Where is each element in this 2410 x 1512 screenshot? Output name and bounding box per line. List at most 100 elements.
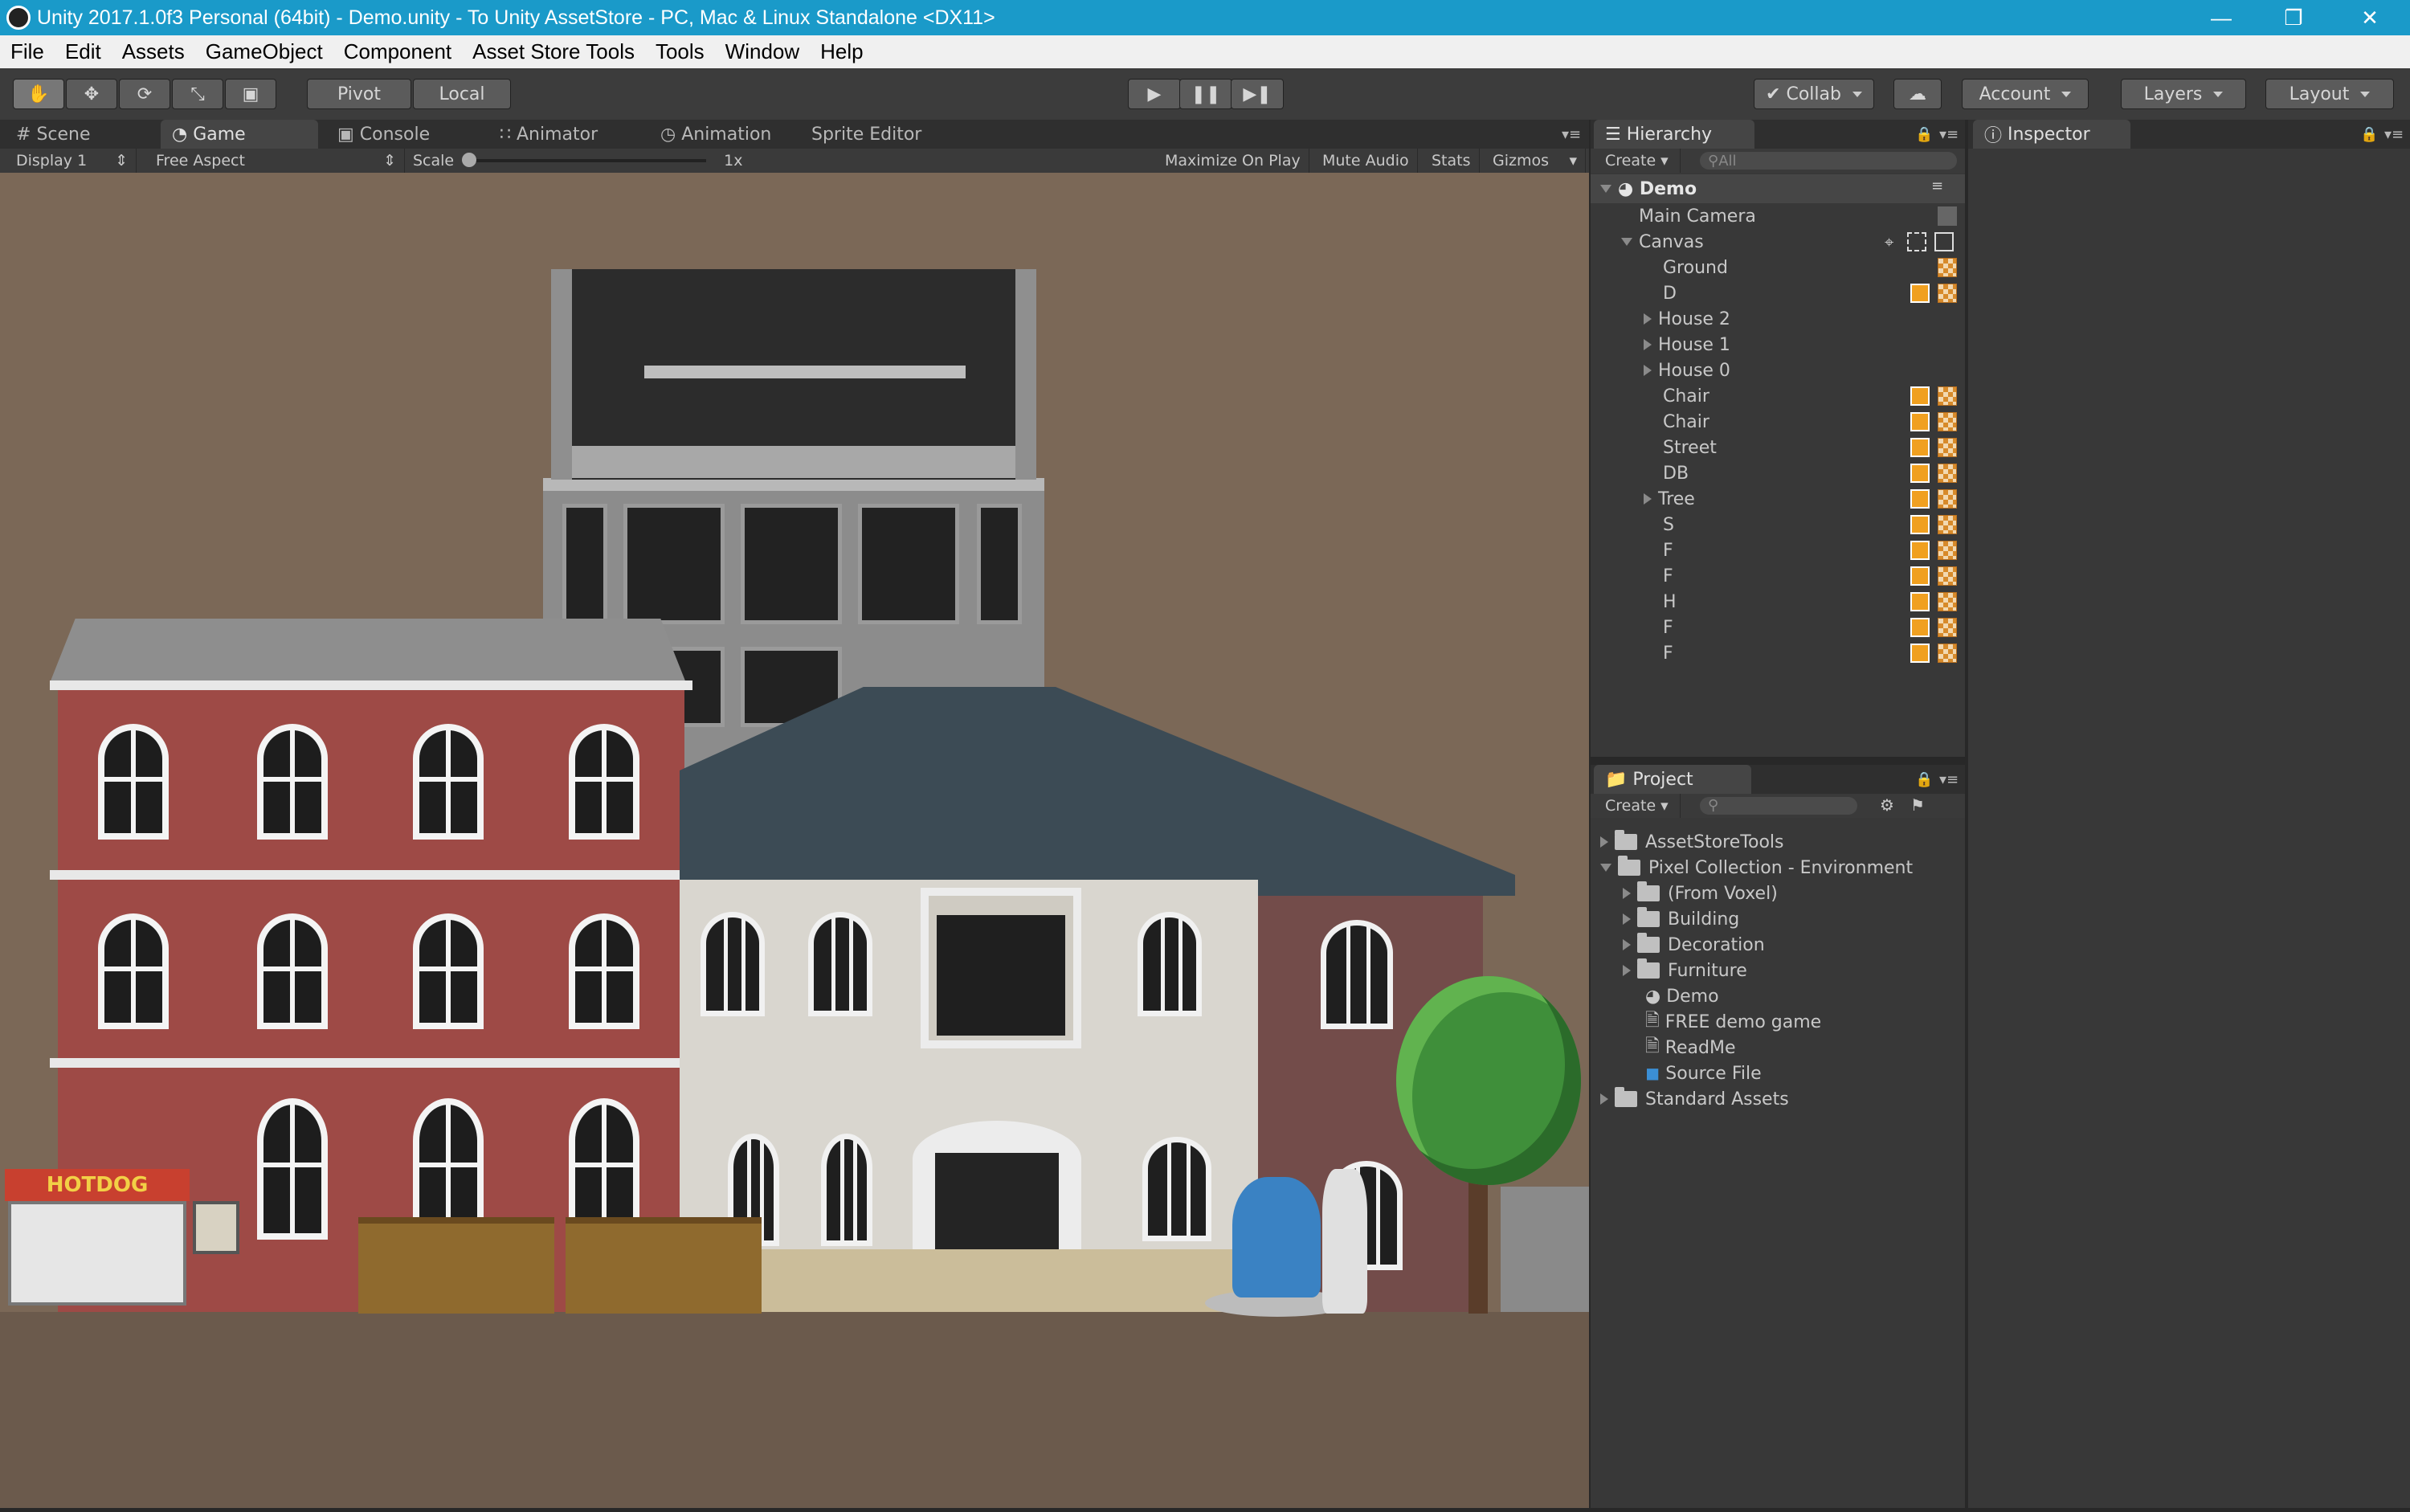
rotate-tool-icon[interactable]: ⟳ [119, 79, 170, 109]
local-toggle[interactable]: Local [413, 79, 511, 109]
updown-icon: ⇕ [115, 152, 128, 170]
scale-slider-thumb[interactable] [462, 153, 477, 167]
move-tool-icon[interactable]: ✥ [66, 79, 117, 109]
project-item[interactable]: AssetStoreTools [1600, 829, 1970, 855]
menu-tools[interactable]: Tools [645, 39, 715, 64]
game-view[interactable]: HOTDOG [0, 173, 1589, 1508]
close-button[interactable]: ✕ [2334, 0, 2406, 35]
filter-label-icon[interactable]: ⚑ [1910, 795, 1925, 815]
restore-button[interactable]: ❐ [2257, 0, 2330, 35]
bench-left [358, 1217, 554, 1314]
scale-tool-icon[interactable]: ⤡ [172, 79, 223, 109]
project-item[interactable]: ◕ Demo [1645, 983, 2015, 1009]
folder-icon [1637, 881, 1660, 901]
hierarchy-item[interactable]: Tree [1644, 486, 2013, 512]
scene-header[interactable]: ◕ Demo ≡ [1591, 174, 1965, 203]
project-create-button[interactable]: Create ▾ [1597, 794, 1681, 818]
project-item[interactable]: (From Voxel) [1623, 881, 1992, 906]
expand-icon[interactable] [1644, 365, 1652, 376]
account-dropdown[interactable]: Account [1962, 79, 2089, 109]
expand-icon[interactable] [1623, 888, 1631, 899]
menu-component[interactable]: Component [333, 39, 462, 64]
expand-icon[interactable] [1600, 1093, 1608, 1105]
expand-icon[interactable] [1621, 238, 1632, 246]
stats-toggle[interactable]: Stats [1424, 149, 1480, 173]
display-dropdown[interactable]: Display 1 ⇕ [8, 149, 137, 173]
menu-asset-store-tools[interactable]: Asset Store Tools [462, 39, 645, 64]
scale-label: Scale [413, 152, 455, 170]
maximize-on-play-toggle[interactable]: Maximize On Play [1157, 149, 1309, 173]
expand-icon[interactable] [1644, 313, 1652, 325]
scene-menu-icon[interactable]: ≡ [1931, 178, 1943, 194]
expand-icon[interactable] [1600, 864, 1611, 872]
panel-menu-icon[interactable]: ▾≡ [1928, 120, 1970, 149]
mute-audio-toggle[interactable]: Mute Audio [1314, 149, 1418, 173]
expand-icon[interactable] [1623, 913, 1631, 925]
layers-dropdown[interactable]: Layers [2121, 79, 2246, 109]
minimize-button[interactable]: — [2185, 0, 2257, 35]
tab-hierarchy[interactable]: ☰ Hierarchy [1594, 120, 1754, 149]
hierarchy-item[interactable]: House 0 [1644, 358, 2013, 383]
hand-tool-icon[interactable]: ✋ [13, 79, 64, 109]
project-item[interactable]: Furniture [1623, 958, 1992, 983]
item-label: S [1663, 514, 1674, 535]
project-item[interactable]: Standard Assets [1600, 1086, 1970, 1112]
project-item[interactable]: ◼ Source File [1645, 1060, 2015, 1086]
selected-marker-icon [1910, 412, 1930, 431]
panel-menu-icon[interactable]: ▾≡ [2373, 120, 2410, 149]
tab-animator[interactable]: ∷ Animator [488, 120, 609, 149]
menu-help[interactable]: Help [810, 39, 873, 64]
collab-dropdown[interactable]: ✔ Collab [1754, 79, 1874, 109]
tab-animation[interactable]: ◷ Animation [649, 120, 782, 149]
image-icon [1938, 618, 1957, 637]
tab-project[interactable]: 📁 Project [1594, 765, 1751, 794]
cloud-icon[interactable]: ☁ [1893, 79, 1942, 109]
menu-gameobject[interactable]: GameObject [195, 39, 333, 64]
hierarchy-item[interactable]: House 1 [1644, 332, 2013, 358]
pivot-toggle[interactable]: Pivot [307, 79, 411, 109]
hierarchy-create-button[interactable]: Create ▾ [1597, 149, 1681, 173]
camera-icon [1938, 206, 1957, 226]
expand-icon[interactable] [1623, 939, 1631, 950]
rect-tool-icon[interactable]: ▣ [225, 79, 276, 109]
menu-window[interactable]: Window [715, 39, 810, 64]
tab-inspector[interactable]: ⓘ Inspector [1973, 120, 2130, 149]
expand-icon[interactable] [1623, 965, 1631, 976]
tab-console[interactable]: ▣ Console [326, 120, 441, 149]
panel-menu-icon[interactable]: ▾≡ [1550, 120, 1592, 149]
folder-tab-icon: 📁 [1605, 769, 1633, 790]
step-button[interactable]: ▶❚ [1231, 79, 1284, 109]
aspect-dropdown[interactable]: Free Aspect ⇕ [148, 149, 405, 173]
item-label: F [1663, 643, 1673, 664]
menu-edit[interactable]: Edit [55, 39, 112, 64]
project-item[interactable]: Building [1623, 906, 1992, 932]
gizmos-dropdown[interactable]: Gizmos ▾ [1485, 149, 1586, 173]
layout-label: Layout [2289, 84, 2350, 104]
menu-file[interactable]: File [0, 39, 55, 64]
expand-icon[interactable] [1644, 339, 1652, 350]
project-item[interactable]: Pixel Collection - Environment [1600, 855, 1970, 881]
expand-icon[interactable] [1644, 493, 1652, 505]
layout-dropdown[interactable]: Layout [2265, 79, 2394, 109]
expand-icon[interactable] [1600, 185, 1611, 193]
collab-label: Collab [1786, 84, 1841, 104]
expand-icon[interactable] [1600, 836, 1608, 848]
tab-game[interactable]: ◔ Game [161, 120, 318, 149]
pause-button[interactable]: ❚❚ [1179, 79, 1232, 109]
scale-slider[interactable] [462, 153, 707, 167]
filter-type-icon[interactable]: ⚙ [1880, 795, 1894, 815]
panel-menu-icon[interactable]: ▾≡ [1928, 765, 1970, 794]
project-item[interactable]: 🗎 ReadMe [1645, 1035, 2015, 1060]
project-item[interactable]: Decoration [1623, 932, 1992, 958]
check-icon: ✔ [1766, 84, 1787, 104]
tab-sprite-editor[interactable]: Sprite Editor [800, 120, 933, 149]
list-icon: ☰ [1605, 124, 1627, 145]
game-view-bar: Display 1 ⇕ Free Aspect ⇕ Scale 1x Maximiz… [0, 149, 1589, 173]
play-button[interactable]: ▶ [1128, 79, 1181, 109]
hierarchy-search-input[interactable]: ⚲ All [1700, 152, 1957, 170]
tab-scene[interactable]: # Scene [5, 120, 102, 149]
project-item[interactable]: 🗎 FREE demo game [1645, 1009, 2015, 1035]
hierarchy-item[interactable]: House 2 [1644, 306, 2013, 332]
menu-assets[interactable]: Assets [112, 39, 195, 64]
project-search-input[interactable]: ⚲ [1700, 797, 1857, 815]
